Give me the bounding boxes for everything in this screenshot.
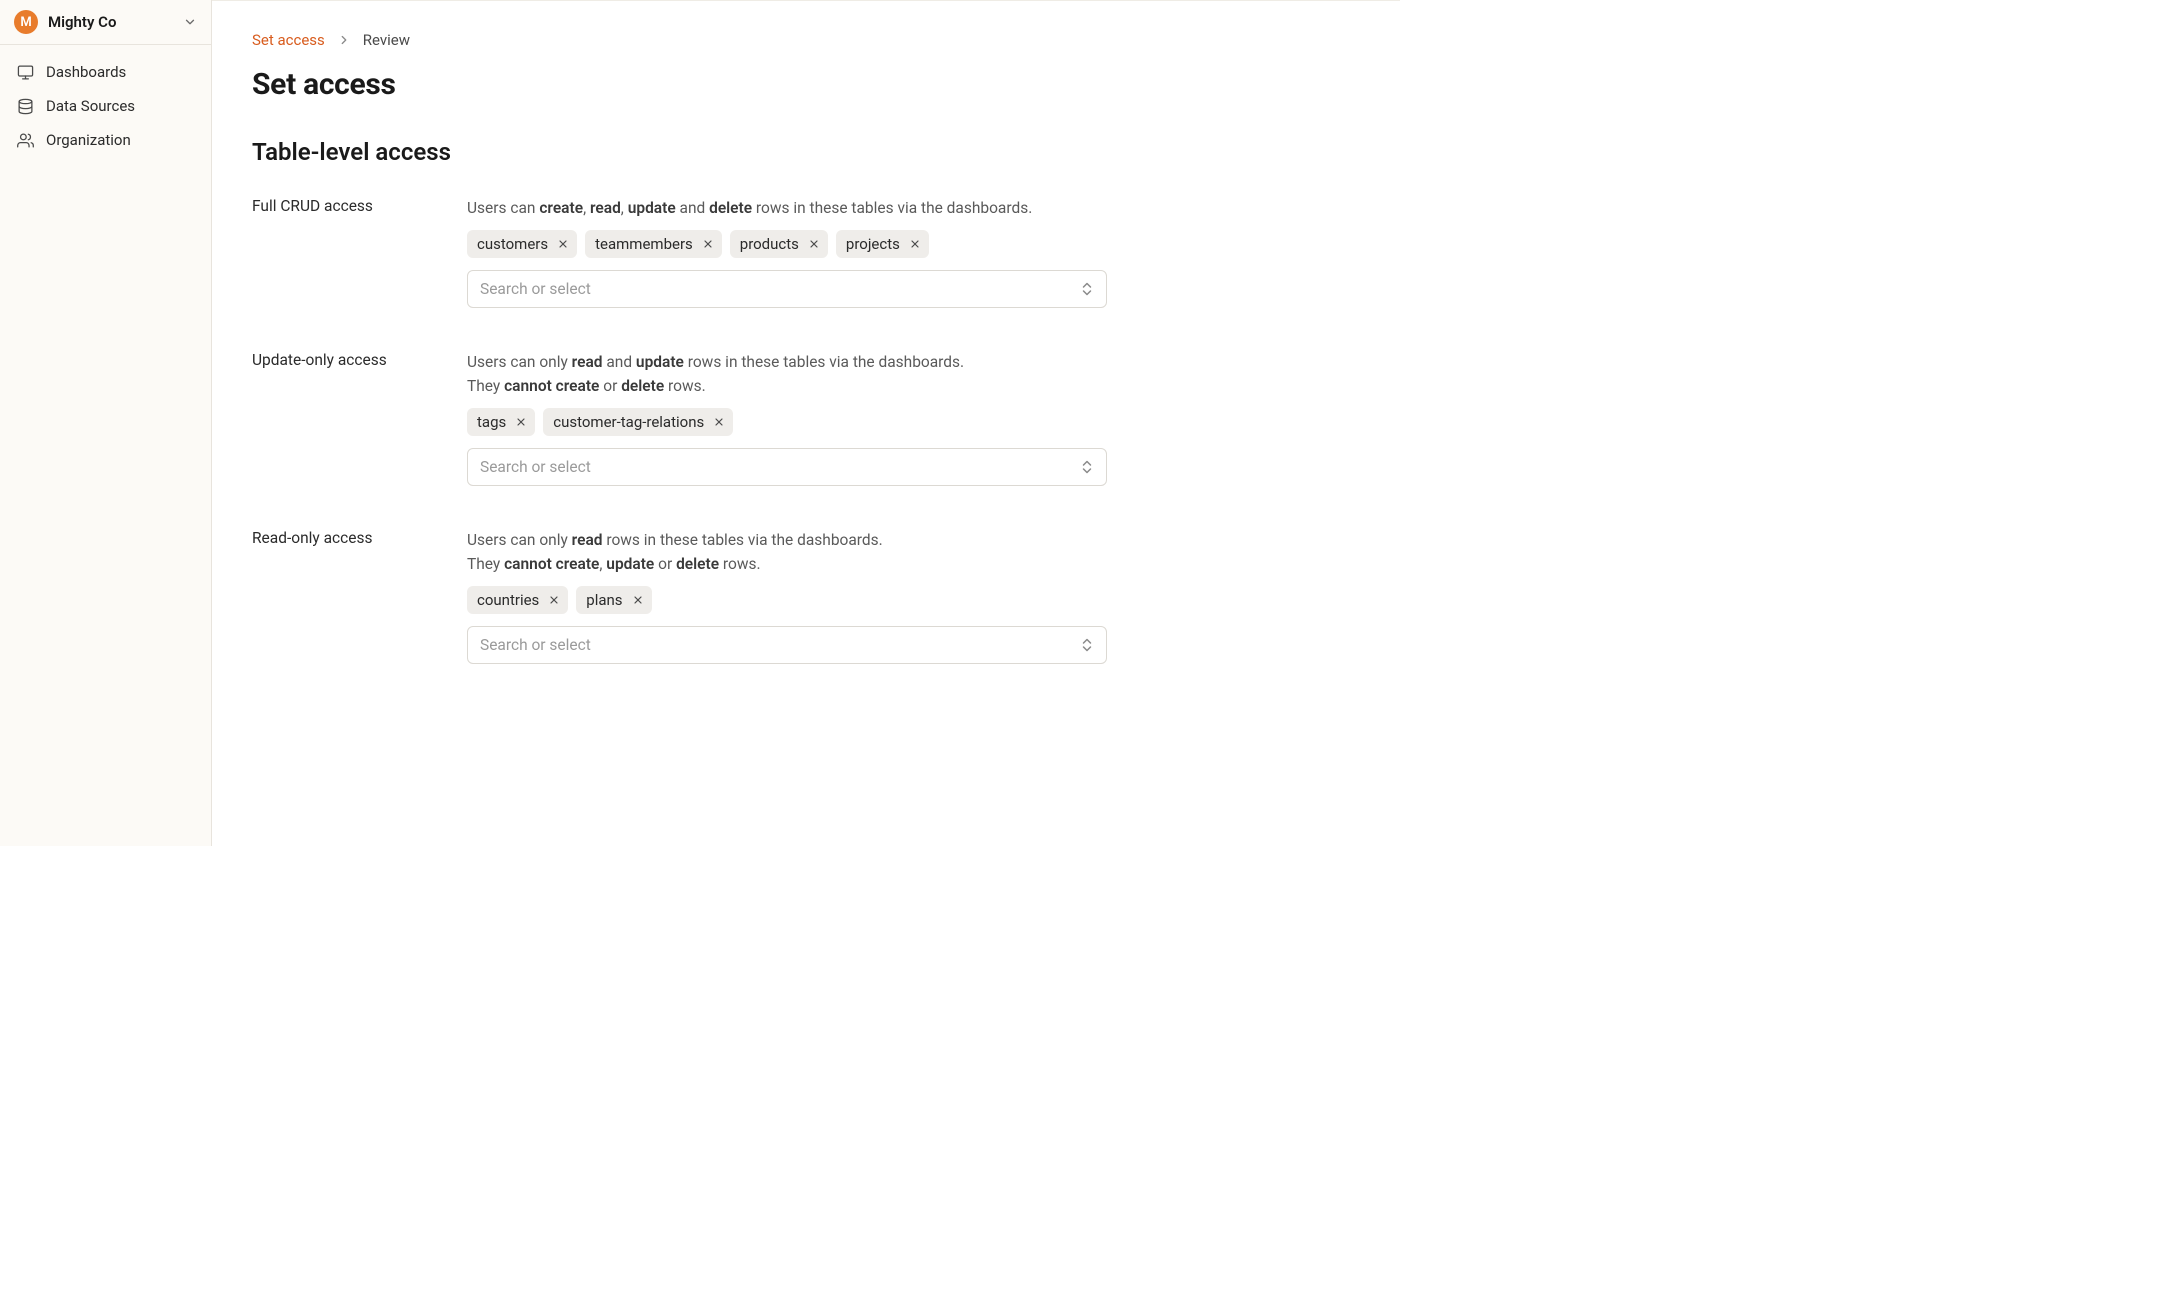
nav-label: Dashboards: [46, 63, 126, 81]
access-row-update-only: Update-only access Users can only read a…: [252, 350, 1360, 486]
tag-label: countries: [477, 591, 539, 609]
table-tag: customers: [467, 230, 577, 258]
table-tag: countries: [467, 586, 568, 614]
tag-label: tags: [477, 413, 506, 431]
nav-label: Data Sources: [46, 97, 135, 115]
nav-item-data-sources[interactable]: Data Sources: [0, 89, 211, 123]
access-label: Full CRUD access: [252, 196, 467, 308]
table-tag: products: [730, 230, 828, 258]
table-select-input[interactable]: Search or select: [467, 626, 1107, 664]
nav-item-dashboards[interactable]: Dashboards: [0, 55, 211, 89]
org-switcher[interactable]: M Mighty Co: [0, 0, 211, 45]
remove-tag-icon[interactable]: [545, 591, 563, 609]
remove-tag-icon[interactable]: [554, 235, 572, 253]
placeholder-text: Search or select: [480, 280, 1080, 298]
select-arrows-icon: [1080, 282, 1094, 296]
section-title: Table-level access: [252, 138, 1360, 166]
org-name: Mighty Co: [48, 13, 183, 31]
main-content: Set access Review Set access Table-level…: [212, 0, 1400, 846]
tag-list: tags customer-tag-relations: [467, 408, 1107, 436]
remove-tag-icon[interactable]: [805, 235, 823, 253]
access-row-read-only: Read-only access Users can only read row…: [252, 528, 1360, 664]
tag-list: customers teammembers products projects: [467, 230, 1107, 258]
breadcrumb: Set access Review: [252, 31, 1360, 49]
nav: Dashboards Data Sources Organization: [0, 45, 211, 167]
table-tag: customer-tag-relations: [543, 408, 733, 436]
table-select-input[interactable]: Search or select: [467, 270, 1107, 308]
remove-tag-icon[interactable]: [512, 413, 530, 431]
access-description: Users can only read and update rows in t…: [467, 350, 1107, 398]
remove-tag-icon[interactable]: [699, 235, 717, 253]
remove-tag-icon[interactable]: [629, 591, 647, 609]
chevron-down-icon: [183, 15, 197, 29]
tag-list: countries plans: [467, 586, 1107, 614]
database-icon: [16, 97, 34, 115]
nav-label: Organization: [46, 131, 131, 149]
access-row-full-crud: Full CRUD access Users can create, read,…: [252, 196, 1360, 308]
monitor-icon: [16, 63, 34, 81]
access-label: Read-only access: [252, 528, 467, 664]
placeholder-text: Search or select: [480, 636, 1080, 654]
table-tag: tags: [467, 408, 535, 436]
tag-label: customers: [477, 235, 548, 253]
placeholder-text: Search or select: [480, 458, 1080, 476]
table-tag: teammembers: [585, 230, 722, 258]
access-description: Users can create, read, update and delet…: [467, 196, 1107, 220]
nav-item-organization[interactable]: Organization: [0, 123, 211, 157]
tag-label: teammembers: [595, 235, 693, 253]
breadcrumb-step-next[interactable]: Review: [363, 31, 410, 49]
select-arrows-icon: [1080, 460, 1094, 474]
remove-tag-icon[interactable]: [710, 413, 728, 431]
chevron-right-icon: [337, 33, 351, 47]
tag-label: customer-tag-relations: [553, 413, 704, 431]
tag-label: products: [740, 235, 799, 253]
table-select-input[interactable]: Search or select: [467, 448, 1107, 486]
select-arrows-icon: [1080, 638, 1094, 652]
users-icon: [16, 131, 34, 149]
access-description: Users can only read rows in these tables…: [467, 528, 1107, 576]
remove-tag-icon[interactable]: [906, 235, 924, 253]
breadcrumb-step-current[interactable]: Set access: [252, 31, 325, 49]
table-tag: projects: [836, 230, 929, 258]
tag-label: plans: [586, 591, 622, 609]
page-title: Set access: [252, 67, 1360, 102]
access-label: Update-only access: [252, 350, 467, 486]
tag-label: projects: [846, 235, 900, 253]
table-tag: plans: [576, 586, 651, 614]
sidebar: M Mighty Co Dashboards Data Sources: [0, 0, 212, 846]
org-avatar: M: [14, 10, 38, 34]
